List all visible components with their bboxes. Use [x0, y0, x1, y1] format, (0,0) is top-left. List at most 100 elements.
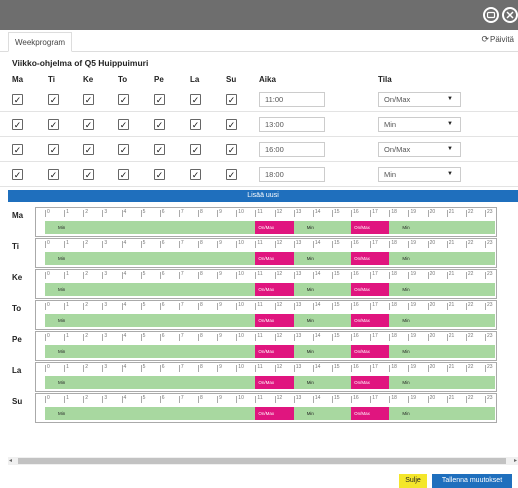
segment-min[interactable]: Min — [293, 252, 352, 265]
scroll-right-icon[interactable]: ▸ — [514, 457, 517, 465]
hour-tick — [83, 303, 85, 310]
segment-onmax[interactable]: On/Max — [351, 314, 390, 327]
hour-tick — [389, 272, 391, 279]
segment-onmax[interactable]: On/Max — [255, 252, 294, 265]
day-checkbox[interactable]: ✓ — [12, 169, 23, 180]
segment-onmax[interactable]: On/Max — [255, 283, 294, 296]
timeline-bar[interactable]: 0 1 2 3 4 5 6 7 8 9 10 11 12 13 14 15 16 17 18 19 20 21 22 23 Mi… — [35, 238, 497, 268]
hour-tick — [198, 396, 200, 403]
refresh-button[interactable]: ⟳Päivitä — [481, 34, 514, 45]
segment-min[interactable]: Min — [389, 283, 495, 296]
day-checkbox[interactable]: ✓ — [48, 144, 59, 155]
day-checkbox[interactable]: ✓ — [12, 94, 23, 105]
segment-min[interactable]: Min — [389, 345, 495, 358]
day-checkbox[interactable]: ✓ — [226, 144, 237, 155]
mode-select[interactable]: Min ▼ — [378, 167, 461, 182]
segment-min[interactable]: Min — [389, 252, 495, 265]
segment-onmax[interactable]: On/Max — [255, 221, 294, 234]
day-checkbox[interactable]: ✓ — [12, 144, 23, 155]
tab-weekprogram[interactable]: Weekprogram — [8, 32, 73, 52]
hour-tick — [331, 210, 333, 217]
col-header-day: Ma — [12, 75, 24, 84]
horizontal-scrollbar[interactable]: ◂ ▸ — [8, 457, 518, 465]
day-checkbox[interactable]: ✓ — [118, 144, 129, 155]
day-checkbox[interactable]: ✓ — [118, 119, 129, 130]
segment-min[interactable]: Min — [45, 221, 256, 234]
segment-onmax[interactable]: On/Max — [351, 252, 390, 265]
segment-min[interactable]: Min — [389, 314, 495, 327]
segment-onmax[interactable]: On/Max — [255, 314, 294, 327]
day-checkbox[interactable]: ✓ — [48, 119, 59, 130]
timeline-bar[interactable]: 0 1 2 3 4 5 6 7 8 9 10 11 12 13 14 15 16 17 18 19 20 21 22 23 Mi… — [35, 393, 497, 423]
close-button[interactable]: Sulje — [399, 474, 427, 488]
segment-min[interactable]: Min — [293, 314, 352, 327]
segment-onmax[interactable]: On/Max — [351, 345, 390, 358]
segment-min[interactable]: Min — [389, 407, 495, 420]
mode-select[interactable]: On/Max ▼ — [378, 142, 461, 157]
segment-min[interactable]: Min — [389, 376, 495, 389]
segment-min[interactable]: Min — [293, 407, 352, 420]
scrollbar-thumb[interactable] — [18, 458, 506, 464]
segment-min[interactable]: Min — [45, 283, 256, 296]
hour-tick — [178, 272, 180, 279]
add-new-button[interactable]: Lisää uusi — [8, 190, 518, 202]
hour-tick-label: 2 — [85, 395, 89, 401]
segment-onmax[interactable]: On/Max — [351, 376, 390, 389]
segment-min[interactable]: Min — [293, 283, 352, 296]
day-checkbox[interactable]: ✓ — [48, 169, 59, 180]
day-checkbox[interactable]: ✓ — [83, 169, 94, 180]
day-checkbox[interactable]: ✓ — [190, 94, 201, 105]
day-checkbox[interactable]: ✓ — [48, 94, 59, 105]
timeline-bar[interactable]: 0 1 2 3 4 5 6 7 8 9 10 11 12 13 14 15 16 17 18 19 20 21 22 23 Mi… — [35, 207, 497, 237]
segment-min[interactable]: Min — [389, 221, 495, 234]
day-checkbox[interactable]: ✓ — [226, 169, 237, 180]
timeline-bar[interactable]: 0 1 2 3 4 5 6 7 8 9 10 11 12 13 14 15 16 17 18 19 20 21 22 23 Mi… — [35, 331, 497, 361]
segment-onmax[interactable]: On/Max — [255, 376, 294, 389]
segment-onmax[interactable]: On/Max — [255, 345, 294, 358]
minimize-icon[interactable] — [483, 7, 499, 23]
day-checkbox[interactable]: ✓ — [190, 119, 201, 130]
mode-select[interactable]: On/Max ▼ — [378, 92, 461, 107]
time-input[interactable]: 18:00 — [259, 167, 325, 182]
segment-onmax[interactable]: On/Max — [351, 407, 390, 420]
close-icon[interactable] — [502, 7, 518, 23]
timeline-bar[interactable]: 0 1 2 3 4 5 6 7 8 9 10 11 12 13 14 15 16 17 18 19 20 21 22 23 Mi… — [35, 269, 497, 299]
time-input[interactable]: 13:00 — [259, 117, 325, 132]
day-checkbox[interactable]: ✓ — [154, 144, 165, 155]
segment-onmax[interactable]: On/Max — [255, 407, 294, 420]
segment-onmax[interactable]: On/Max — [351, 221, 390, 234]
segment-min[interactable]: Min — [45, 314, 256, 327]
timeline-bar[interactable]: 0 1 2 3 4 5 6 7 8 9 10 11 12 13 14 15 16 17 18 19 20 21 22 23 Mi… — [35, 300, 497, 330]
segment-min[interactable]: Min — [45, 345, 256, 358]
hour-tick-label: 2 — [85, 240, 89, 246]
segment-onmax[interactable]: On/Max — [351, 283, 390, 296]
segment-min[interactable]: Min — [293, 376, 352, 389]
day-checkbox[interactable]: ✓ — [154, 119, 165, 130]
hour-tick-label: 4 — [123, 395, 127, 401]
day-checkbox[interactable]: ✓ — [83, 144, 94, 155]
timeline-bar[interactable]: 0 1 2 3 4 5 6 7 8 9 10 11 12 13 14 15 16 17 18 19 20 21 22 23 Mi… — [35, 362, 497, 392]
segment-min[interactable]: Min — [45, 407, 256, 420]
day-checkbox[interactable]: ✓ — [118, 94, 129, 105]
scroll-left-icon[interactable]: ◂ — [9, 457, 12, 465]
day-checkbox[interactable]: ✓ — [190, 144, 201, 155]
mode-select[interactable]: Min ▼ — [378, 117, 461, 132]
day-checkbox[interactable]: ✓ — [83, 119, 94, 130]
hour-tick — [64, 272, 66, 279]
segment-min[interactable]: Min — [45, 376, 256, 389]
day-checkbox[interactable]: ✓ — [154, 169, 165, 180]
day-checkbox[interactable]: ✓ — [226, 94, 237, 105]
day-checkbox[interactable]: ✓ — [12, 119, 23, 130]
time-input[interactable]: 16:00 — [259, 142, 325, 157]
save-changes-button[interactable]: Tallenna muutokset — [432, 474, 512, 488]
time-input[interactable]: 11:00 — [259, 92, 325, 107]
segment-min[interactable]: Min — [293, 345, 352, 358]
day-checkbox[interactable]: ✓ — [154, 94, 165, 105]
day-checkbox[interactable]: ✓ — [226, 119, 237, 130]
segment-min[interactable]: Min — [45, 252, 256, 265]
day-checkbox[interactable]: ✓ — [118, 169, 129, 180]
day-checkbox[interactable]: ✓ — [190, 169, 201, 180]
hour-tick-label: 6 — [161, 333, 165, 339]
segment-min[interactable]: Min — [293, 221, 352, 234]
day-checkbox[interactable]: ✓ — [83, 94, 94, 105]
